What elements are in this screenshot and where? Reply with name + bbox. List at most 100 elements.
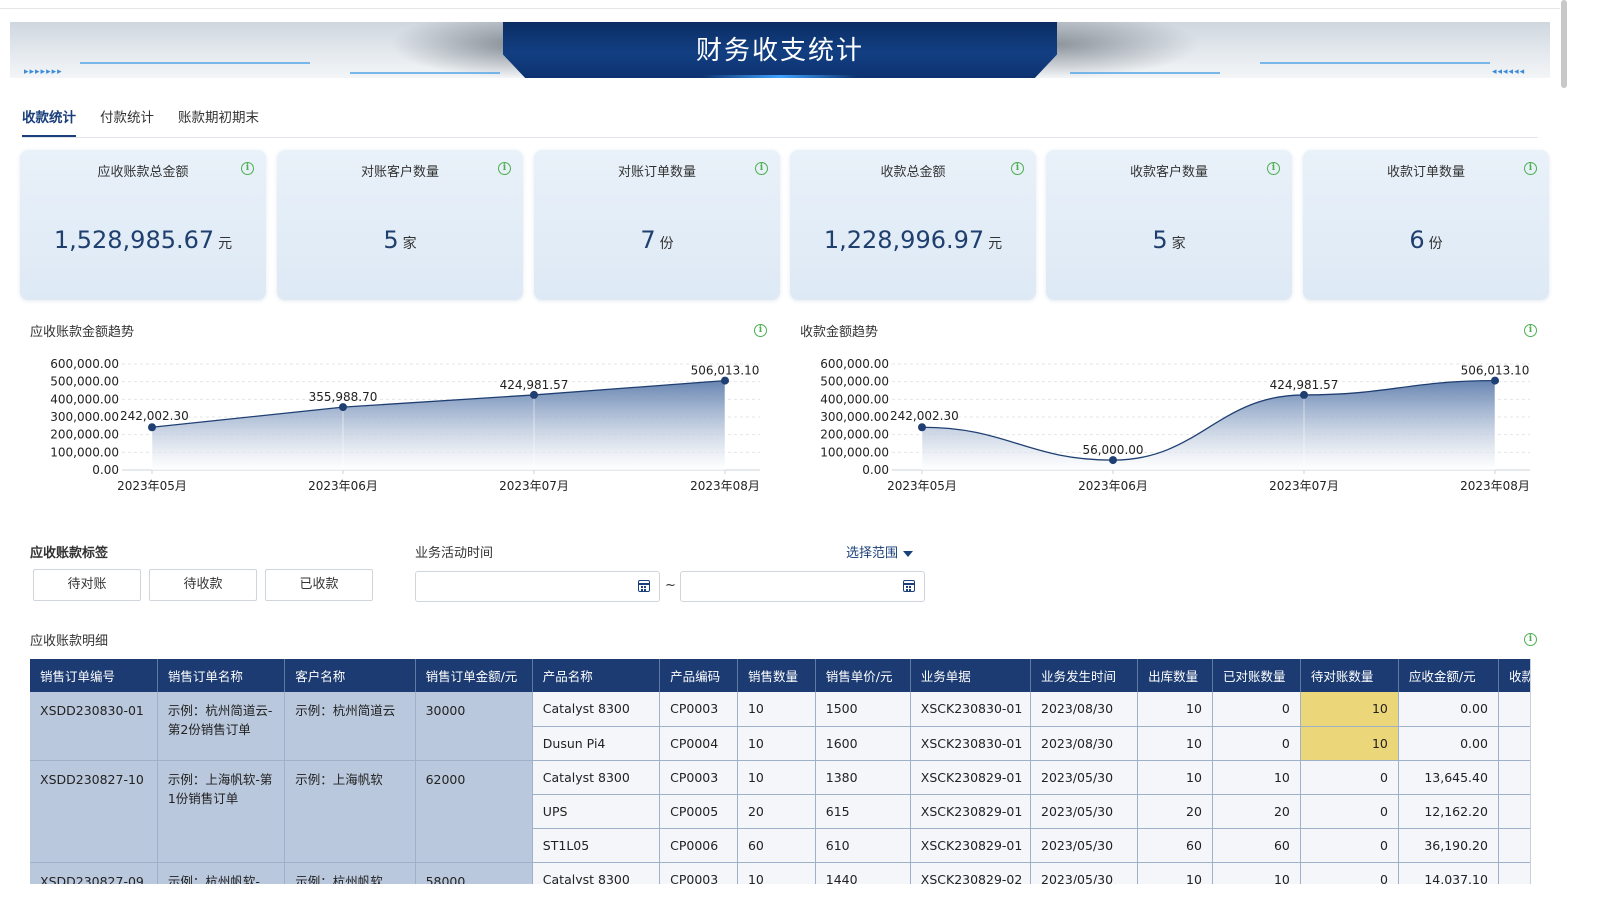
x-tick-label: 2023年07月	[1269, 479, 1339, 493]
column-header[interactable]: 销售订单名称	[157, 659, 286, 692]
y-tick-label: 100,000.00	[50, 445, 119, 459]
y-tick-label: 500,000.00	[820, 375, 889, 389]
info-icon[interactable]: i	[1524, 324, 1537, 337]
table-cell: 1500	[815, 692, 911, 727]
table-cell: 14	[1498, 862, 1530, 884]
info-icon[interactable]: i	[754, 324, 767, 337]
y-tick-label: 100,000.00	[820, 445, 889, 459]
y-tick-label: 600,000.00	[820, 357, 889, 371]
y-tick-label: 200,000.00	[50, 428, 119, 442]
stat-value: 6	[1409, 226, 1425, 254]
stat-label: 对账订单数量	[617, 165, 696, 180]
info-icon[interactable]: i	[1267, 162, 1280, 175]
table-cell: 60	[1137, 828, 1213, 863]
data-point[interactable]	[148, 423, 156, 432]
column-header[interactable]: 产品编码	[659, 659, 738, 692]
x-tick-label: 2023年06月	[308, 479, 378, 493]
table-cell-order-no: XSDD230827-10	[30, 760, 158, 863]
data-point[interactable]	[918, 423, 926, 432]
table-cell: 10	[737, 692, 816, 727]
stat-value: 1,528,985.67	[53, 226, 215, 254]
info-icon[interactable]: i	[498, 162, 511, 175]
table-cell: 60	[737, 828, 816, 863]
table-cell: 2023/08/30	[1030, 692, 1139, 727]
column-header[interactable]: 销售数量	[737, 659, 816, 692]
stat-label: 收款总金额	[880, 165, 946, 180]
table-cell: XSCK230829-01	[910, 760, 1032, 795]
data-point[interactable]	[1300, 390, 1308, 399]
column-header[interactable]: 业务发生时间	[1030, 659, 1139, 692]
table-cell-customer: 示例：杭州帆软	[284, 862, 416, 884]
info-icon[interactable]: i	[755, 162, 768, 175]
end-date-input[interactable]	[680, 571, 925, 602]
table-cell: 12	[1498, 794, 1530, 829]
table-cell: 2023/05/30	[1030, 828, 1139, 863]
calendar-icon[interactable]	[638, 580, 650, 592]
column-header[interactable]: 销售单价/元	[815, 659, 911, 692]
data-point[interactable]	[721, 376, 729, 385]
stat-label: 收款客户数量	[1129, 165, 1208, 180]
tag-button-pending-reconcile[interactable]: 待对账	[33, 569, 141, 601]
y-tick-label: 0.00	[92, 463, 119, 477]
tag-button-pending-receipt[interactable]: 待收款	[149, 569, 257, 601]
column-header[interactable]: 已对账数量	[1212, 659, 1301, 692]
table-cell: 0.00	[1398, 692, 1499, 727]
info-icon[interactable]: i	[241, 162, 254, 175]
column-header[interactable]: 出库数量	[1137, 659, 1213, 692]
series-area	[922, 380, 1495, 470]
calendar-icon[interactable]	[903, 580, 915, 592]
detail-table: 销售订单编号 销售订单名称 客户名称 销售订单金额/元 产品名称 产品编码 销售数量 销售单价…	[30, 659, 1530, 884]
top-divider	[0, 8, 1560, 9]
table-cell: Catalyst 8300	[532, 760, 661, 795]
column-header[interactable]: 收款金额	[1498, 659, 1530, 692]
data-point[interactable]	[339, 403, 347, 412]
tab-period-balance[interactable]: 账款期初期末	[178, 106, 259, 137]
table-cell: XSCK230829-02	[910, 862, 1032, 884]
start-date-input[interactable]	[415, 571, 660, 602]
info-icon[interactable]: i	[1524, 162, 1537, 175]
column-header[interactable]: 业务单据	[910, 659, 1032, 692]
stat-value-wrap: 6份	[1303, 226, 1549, 254]
table-cell: 0	[1300, 760, 1399, 795]
data-point[interactable]	[1109, 456, 1117, 465]
table-row[interactable]: XSDD230830-01 示例：杭州简道云-第2份销售订单 示例：杭州简道云 300…	[30, 692, 1530, 761]
table-cell	[1498, 692, 1530, 727]
table-cell: 20	[737, 794, 816, 829]
table-cell: 1440	[815, 862, 911, 884]
stat-value-wrap: 1,528,985.67 元	[20, 226, 266, 254]
data-label: 506,013.10	[1461, 364, 1530, 378]
table-cell: 10	[1137, 862, 1213, 884]
range-select[interactable]: 选择范围	[846, 542, 914, 561]
table-scrollbar[interactable]	[1530, 659, 1538, 884]
y-tick-label: 200,000.00	[820, 428, 889, 442]
info-icon[interactable]: i	[1011, 162, 1024, 175]
tab-payment-stats[interactable]: 付款统计	[100, 106, 154, 137]
column-header[interactable]: 应收金额/元	[1398, 659, 1499, 692]
table-cell: 2023/05/30	[1030, 862, 1139, 884]
stat-unit: 份	[1428, 236, 1443, 252]
column-header[interactable]: 产品名称	[532, 659, 661, 692]
data-label: 355,988.70	[309, 390, 378, 404]
data-label: 242,002.30	[120, 409, 189, 423]
column-header[interactable]: 销售订单金额/元	[415, 659, 533, 692]
tab-receipt-stats[interactable]: 收款统计	[22, 106, 76, 137]
data-point[interactable]	[530, 390, 538, 399]
x-tick-label: 2023年08月	[690, 479, 760, 493]
table-cell: UPS	[532, 794, 661, 829]
receivable-detail-table: 销售订单编号 销售订单名称 客户名称 销售订单金额/元 产品名称 产品编码 销售数量 销售单价…	[30, 659, 1530, 884]
column-header[interactable]: 销售订单编号	[30, 659, 158, 692]
table-cell	[1498, 726, 1530, 761]
data-point[interactable]	[1491, 376, 1499, 385]
table-row[interactable]: XSDD230827-09 示例：杭州帆软- 示例：杭州帆软 58000 Catalys…	[30, 862, 1530, 884]
table-cell: 10	[1137, 692, 1213, 727]
column-header[interactable]: 待对账数量	[1300, 659, 1399, 692]
column-header[interactable]: 客户名称	[284, 659, 416, 692]
page-scrollbar[interactable]	[1561, 0, 1567, 88]
info-icon[interactable]: i	[1524, 633, 1537, 646]
table-cell: 10	[1212, 760, 1301, 795]
table-cell: 2023/05/30	[1030, 760, 1139, 795]
table-row[interactable]: XSDD230827-10 示例：上海帆软-第1份销售订单 示例：上海帆软 62000…	[30, 760, 1530, 863]
table-cell: XSCK230830-01	[910, 726, 1032, 761]
table-cell: Catalyst 8300	[532, 862, 661, 884]
tag-button-received[interactable]: 已收款	[265, 569, 373, 601]
